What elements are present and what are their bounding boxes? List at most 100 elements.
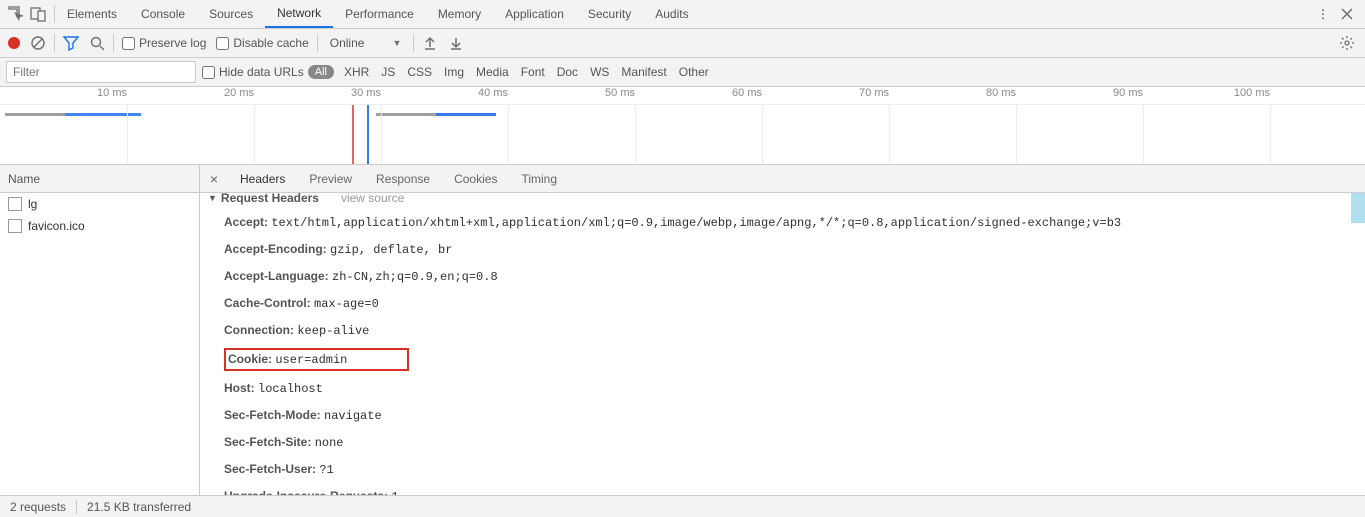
request-name: lg xyxy=(28,197,37,211)
name-column-header[interactable]: Name xyxy=(0,165,199,193)
timeline-tick: 60 ms xyxy=(732,87,762,99)
filter-all-pill[interactable]: All xyxy=(308,65,334,79)
network-toolbar: Preserve log Disable cache Online▼ xyxy=(0,29,1365,58)
tab-performance[interactable]: Performance xyxy=(333,0,426,28)
timeline-tick: 70 ms xyxy=(859,87,889,99)
request-headers-section[interactable]: ▼ Request Headers view source xyxy=(202,193,1365,209)
header-row: Connection: keep-alive xyxy=(202,317,1365,344)
filter-type-ws[interactable]: WS xyxy=(590,65,609,79)
header-row: Cookie: user=admin xyxy=(202,344,1365,375)
filter-type-js[interactable]: JS xyxy=(381,65,395,79)
header-row: Accept: text/html,application/xhtml+xml,… xyxy=(202,209,1365,236)
close-icon[interactable] xyxy=(1339,6,1355,22)
document-icon xyxy=(8,197,22,211)
detail-tab-headers[interactable]: Headers xyxy=(228,165,297,192)
header-row: Accept-Encoding: gzip, deflate, br xyxy=(202,236,1365,263)
timeline-tick: 100 ms xyxy=(1234,87,1270,99)
header-key: Sec-Fetch-Site: xyxy=(224,435,311,449)
download-icon[interactable] xyxy=(448,35,464,51)
clear-icon[interactable] xyxy=(30,35,46,51)
timeline-tick: 10 ms xyxy=(97,87,127,99)
filter-type-doc[interactable]: Doc xyxy=(557,65,578,79)
filter-bar: Hide data URLs All XHR JS CSS Img Media Font D… xyxy=(0,58,1365,87)
tab-application[interactable]: Application xyxy=(493,0,576,28)
main-panel: Name lg favicon.ico × HeadersPreviewRespo… xyxy=(0,165,1365,495)
main-tabbar: ElementsConsoleSourcesNetworkPerformance… xyxy=(0,0,1365,29)
detail-tab-response[interactable]: Response xyxy=(364,165,442,192)
timeline-tick: 40 ms xyxy=(478,87,508,99)
header-row: Sec-Fetch-Site: none xyxy=(202,429,1365,456)
tab-sources[interactable]: Sources xyxy=(197,0,265,28)
scrollbar-indicator[interactable] xyxy=(1351,193,1365,223)
tab-memory[interactable]: Memory xyxy=(426,0,493,28)
tab-audits[interactable]: Audits xyxy=(643,0,700,28)
header-row: Upgrade-Insecure-Requests: 1 xyxy=(202,483,1365,495)
header-key: Connection: xyxy=(224,323,294,337)
settings-icon[interactable] xyxy=(1339,35,1355,51)
header-key: Accept-Language: xyxy=(224,269,329,283)
filter-input[interactable] xyxy=(6,61,196,83)
timeline-tick: 80 ms xyxy=(986,87,1016,99)
preserve-log-checkbox[interactable]: Preserve log xyxy=(122,36,206,50)
record-button[interactable] xyxy=(8,37,20,49)
tab-elements[interactable]: Elements xyxy=(55,0,129,28)
search-icon[interactable] xyxy=(89,35,105,51)
detail-tab-cookies[interactable]: Cookies xyxy=(442,165,509,192)
header-value: localhost xyxy=(258,382,323,396)
status-bar: 2 requests 21.5 KB transferred xyxy=(0,495,1365,517)
header-row: Sec-Fetch-User: ?1 xyxy=(202,456,1365,483)
header-key: Sec-Fetch-User: xyxy=(224,462,316,476)
header-value: ?1 xyxy=(319,463,333,477)
tab-security[interactable]: Security xyxy=(576,0,643,28)
request-list: Name lg favicon.ico xyxy=(0,165,200,495)
header-value: none xyxy=(315,436,344,450)
timeline-tick: 30 ms xyxy=(351,87,381,99)
detail-tabs: × HeadersPreviewResponseCookiesTiming xyxy=(200,165,1365,193)
header-value: zh-CN,zh;q=0.9,en;q=0.8 xyxy=(332,270,498,284)
disable-cache-checkbox[interactable]: Disable cache xyxy=(216,36,308,50)
header-key: Host: xyxy=(224,381,255,395)
kebab-icon[interactable]: ⋮ xyxy=(1315,6,1331,22)
header-key: Sec-Fetch-Mode: xyxy=(224,408,321,422)
tab-network[interactable]: Network xyxy=(265,0,333,28)
header-value: keep-alive xyxy=(297,324,369,338)
filter-type-media[interactable]: Media xyxy=(476,65,509,79)
tab-console[interactable]: Console xyxy=(129,0,197,28)
header-value: gzip, deflate, br xyxy=(330,243,452,257)
request-row[interactable]: favicon.ico xyxy=(0,215,199,237)
header-key: Cookie: xyxy=(228,352,272,366)
filter-type-css[interactable]: CSS xyxy=(407,65,432,79)
status-requests: 2 requests xyxy=(0,500,77,514)
upload-icon[interactable] xyxy=(422,35,438,51)
timeline-tick: 50 ms xyxy=(605,87,635,99)
view-source-link[interactable]: view source xyxy=(341,193,404,205)
header-row: Host: localhost xyxy=(202,375,1365,402)
inspect-icon[interactable] xyxy=(8,6,24,22)
detail-tab-preview[interactable]: Preview xyxy=(297,165,364,192)
header-row: Sec-Fetch-Mode: navigate xyxy=(202,402,1365,429)
header-row: Cache-Control: max-age=0 xyxy=(202,290,1365,317)
request-name: favicon.ico xyxy=(28,219,85,233)
request-row[interactable]: lg xyxy=(0,193,199,215)
filter-type-other[interactable]: Other xyxy=(679,65,709,79)
filter-type-manifest[interactable]: Manifest xyxy=(621,65,666,79)
throttle-select[interactable]: Online▼ xyxy=(326,36,406,50)
timeline-tick: 90 ms xyxy=(1113,87,1143,99)
details-panel: × HeadersPreviewResponseCookiesTiming ▼ … xyxy=(200,165,1365,495)
timeline-tick: 20 ms xyxy=(224,87,254,99)
timeline[interactable]: 10 ms 20 ms 30 ms 40 ms 50 ms 60 ms 70 ms 80 ms… xyxy=(0,87,1365,165)
device-icon[interactable] xyxy=(30,6,46,22)
header-value: text/html,application/xhtml+xml,applicat… xyxy=(271,216,1121,230)
header-value: user=admin xyxy=(275,353,347,367)
header-value: navigate xyxy=(324,409,382,423)
hide-data-urls-checkbox[interactable]: Hide data URLs xyxy=(202,65,304,79)
close-details-icon[interactable]: × xyxy=(200,171,228,187)
detail-tab-timing[interactable]: Timing xyxy=(509,165,569,192)
filter-icon[interactable] xyxy=(63,35,79,51)
header-key: Accept: xyxy=(224,215,268,229)
filter-type-font[interactable]: Font xyxy=(521,65,545,79)
status-transferred: 21.5 KB transferred xyxy=(77,500,201,514)
header-value: max-age=0 xyxy=(314,297,379,311)
filter-type-img[interactable]: Img xyxy=(444,65,464,79)
filter-type-xhr[interactable]: XHR xyxy=(344,65,369,79)
